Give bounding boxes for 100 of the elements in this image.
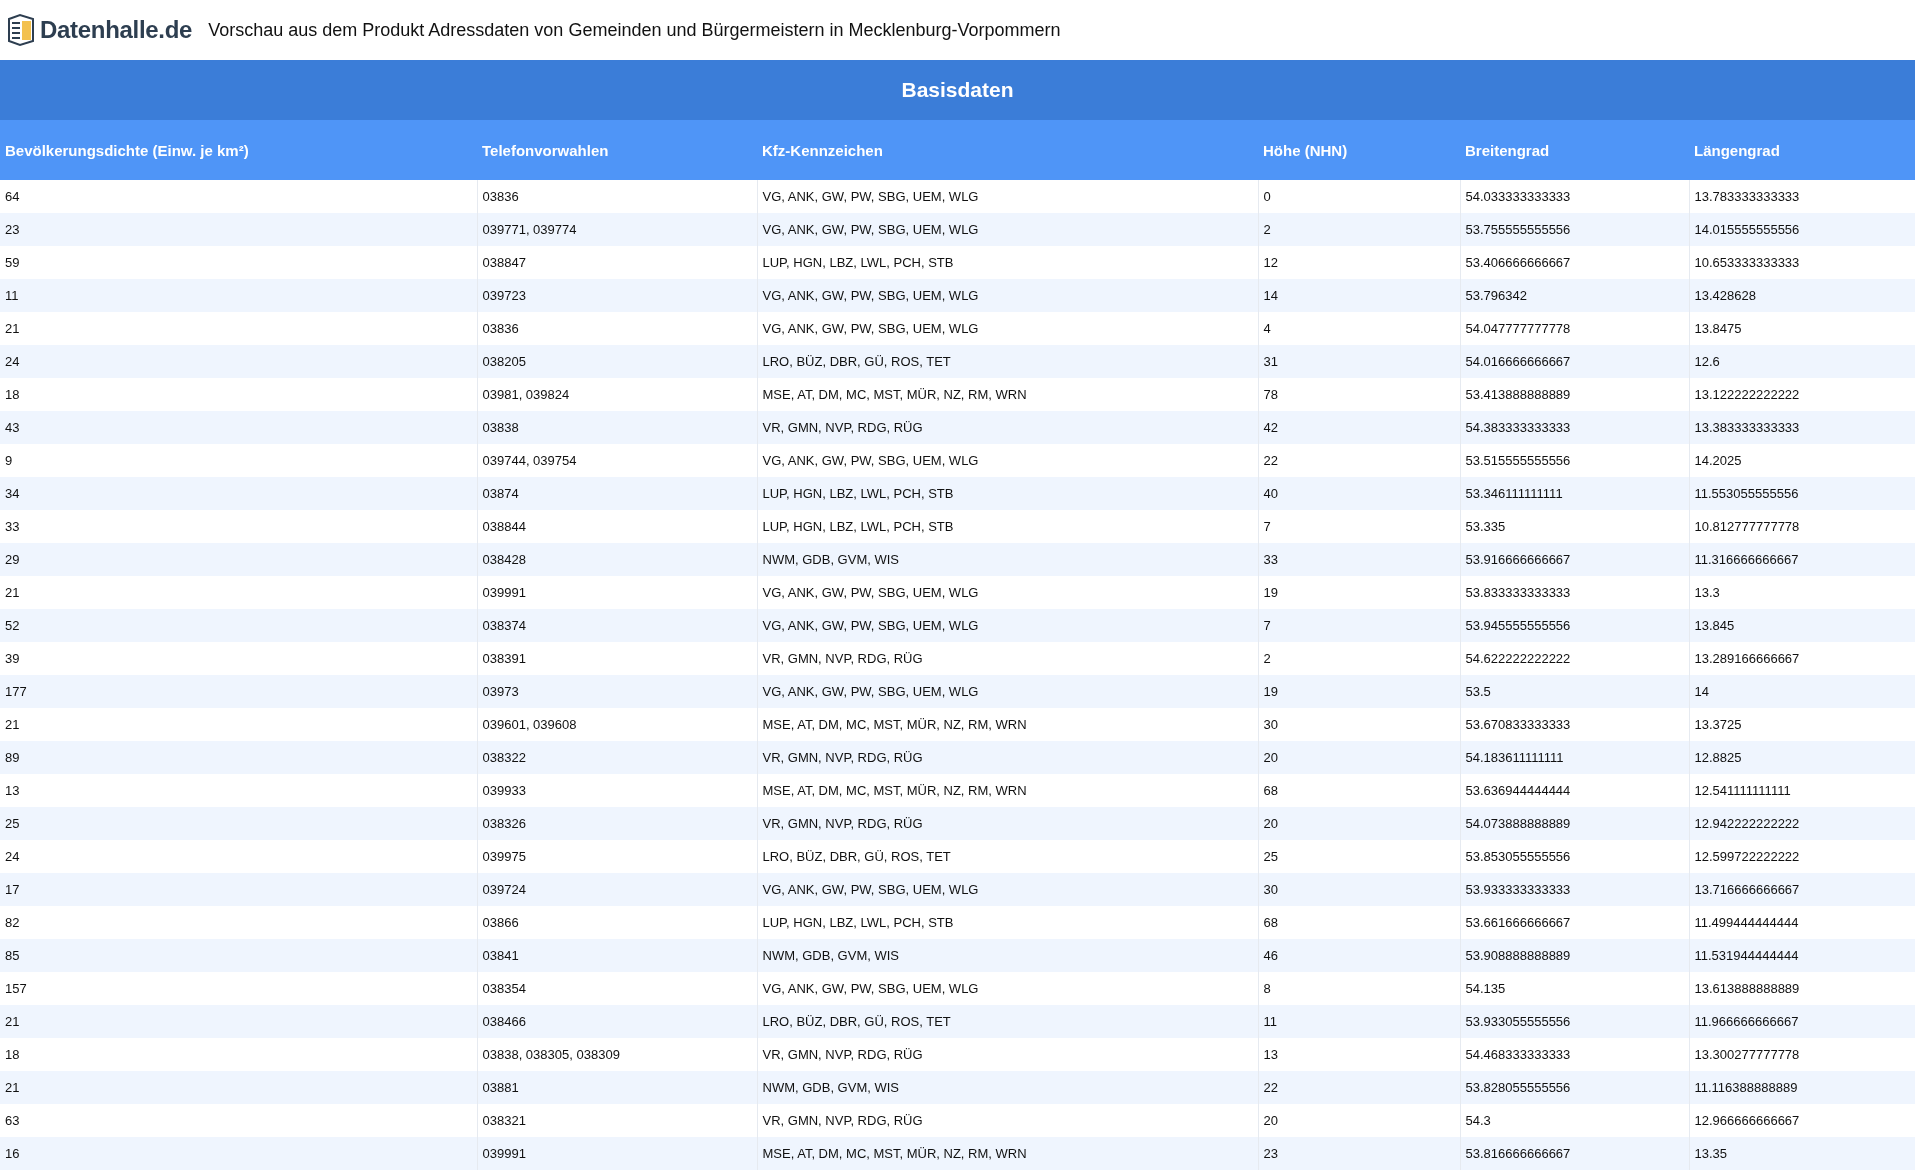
table-cell: 11.966666666667 — [1689, 1005, 1915, 1038]
table-cell: 14.015555555556 — [1689, 213, 1915, 246]
table-cell: 03881 — [477, 1071, 757, 1104]
table-cell: VG, ANK, GW, PW, SBG, UEM, WLG — [757, 213, 1258, 246]
table-cell: 14 — [1689, 675, 1915, 708]
table-cell: 54.016666666667 — [1460, 345, 1689, 378]
table-cell: 31 — [1258, 345, 1460, 378]
column-header: Höhe (NHN) — [1258, 120, 1460, 180]
table-cell: 24 — [0, 345, 477, 378]
table-cell: 12.6 — [1689, 345, 1915, 378]
table-cell: 18 — [0, 1038, 477, 1071]
table-cell: 46 — [1258, 939, 1460, 972]
column-header: Bevölkerungsdichte (Einw. je km²) — [0, 120, 477, 180]
table-cell: 17 — [0, 873, 477, 906]
table-cell: 11.316666666667 — [1689, 543, 1915, 576]
table-cell: 25 — [0, 807, 477, 840]
table-cell: 13.428628 — [1689, 279, 1915, 312]
table-cell: 03841 — [477, 939, 757, 972]
table-cell: 53.346111111111 — [1460, 477, 1689, 510]
table-cell: 039991 — [477, 1137, 757, 1170]
table-cell: 21 — [0, 1071, 477, 1104]
table-cell: 21 — [0, 576, 477, 609]
column-header: Telefonvorwahlen — [477, 120, 757, 180]
table-cell: VR, GMN, NVP, RDG, RÜG — [757, 411, 1258, 444]
table-cell: 53.933055555556 — [1460, 1005, 1689, 1038]
table-cell: VG, ANK, GW, PW, SBG, UEM, WLG — [757, 609, 1258, 642]
table-cell: 40 — [1258, 477, 1460, 510]
table-cell: 11.553055555556 — [1689, 477, 1915, 510]
table-cell: 038326 — [477, 807, 757, 840]
table-cell: NWM, GDB, GVM, WIS — [757, 543, 1258, 576]
table-cell: 30 — [1258, 873, 1460, 906]
table-cell: 82 — [0, 906, 477, 939]
table-cell: 13.716666666667 — [1689, 873, 1915, 906]
table-cell: 29 — [0, 543, 477, 576]
table-cell: 14 — [1258, 279, 1460, 312]
table-cell: 53.5 — [1460, 675, 1689, 708]
table-cell: 22 — [1258, 1071, 1460, 1104]
table-cell: 177 — [0, 675, 477, 708]
table-cell: 13 — [0, 774, 477, 807]
table-cell: LRO, BÜZ, DBR, GÜ, ROS, TET — [757, 1005, 1258, 1038]
table-cell: 21 — [0, 708, 477, 741]
table-cell: 53.933333333333 — [1460, 873, 1689, 906]
column-header: Kfz-Kennzeichen — [757, 120, 1258, 180]
table-cell: 11 — [1258, 1005, 1460, 1038]
column-header: Breitengrad — [1460, 120, 1689, 180]
table-cell: 11.116388888889 — [1689, 1071, 1915, 1104]
table-cell: 039771, 039774 — [477, 213, 757, 246]
table-cell: 53.816666666667 — [1460, 1137, 1689, 1170]
column-header: Längengrad — [1689, 120, 1915, 180]
table-cell: 157 — [0, 972, 477, 1005]
table-cell: 13.383333333333 — [1689, 411, 1915, 444]
server-logo-icon — [6, 13, 36, 47]
table-cell: 34 — [0, 477, 477, 510]
table-cell: 63 — [0, 1104, 477, 1137]
table-cell: 03874 — [477, 477, 757, 510]
table-cell: 11 — [0, 279, 477, 312]
table-cell: 20 — [1258, 807, 1460, 840]
table-cell: LUP, HGN, LBZ, LWL, PCH, STB — [757, 477, 1258, 510]
table-cell: 039724 — [477, 873, 757, 906]
page-title: Vorschau aus dem Produkt Adressdaten von Gemeinden und Bürgermeistern in Mecklenburg-Vorpommern — [208, 19, 1061, 41]
table-cell: 038374 — [477, 609, 757, 642]
table-cell: 53.916666666667 — [1460, 543, 1689, 576]
table-cell: NWM, GDB, GVM, WIS — [757, 1071, 1258, 1104]
table-cell: 59 — [0, 246, 477, 279]
table-cell: 52 — [0, 609, 477, 642]
table-cell: VR, GMN, NVP, RDG, RÜG — [757, 741, 1258, 774]
table-cell: 16 — [0, 1137, 477, 1170]
table-cell: 20 — [1258, 741, 1460, 774]
table-cell: 2 — [1258, 213, 1460, 246]
table-cell: 03973 — [477, 675, 757, 708]
table-cell: 9 — [0, 444, 477, 477]
table-cell: VR, GMN, NVP, RDG, RÜG — [757, 807, 1258, 840]
table-cell: 038466 — [477, 1005, 757, 1038]
table-cell: 038322 — [477, 741, 757, 774]
table-cell: 53.945555555556 — [1460, 609, 1689, 642]
table-cell: 038428 — [477, 543, 757, 576]
table-cell: 12.942222222222 — [1689, 807, 1915, 840]
table-cell: VG, ANK, GW, PW, SBG, UEM, WLG — [757, 279, 1258, 312]
table-cell: 23 — [0, 213, 477, 246]
table-cell: 11.531944444444 — [1689, 939, 1915, 972]
table-cell: 85 — [0, 939, 477, 972]
table-cell: 54.073888888889 — [1460, 807, 1689, 840]
table-cell: 038205 — [477, 345, 757, 378]
table-cell: MSE, AT, DM, MC, MST, MÜR, NZ, RM, WRN — [757, 1137, 1258, 1170]
table-cell: 53.796342 — [1460, 279, 1689, 312]
table-cell: 21 — [0, 312, 477, 345]
table-cell: VG, ANK, GW, PW, SBG, UEM, WLG — [757, 873, 1258, 906]
table-cell: 13.845 — [1689, 609, 1915, 642]
table-cell: 039723 — [477, 279, 757, 312]
table-cell: 64 — [0, 180, 477, 213]
table-cell: 53.828055555556 — [1460, 1071, 1689, 1104]
table-cell: 54.383333333333 — [1460, 411, 1689, 444]
table-cell: 39 — [0, 642, 477, 675]
table-cell: 53.755555555556 — [1460, 213, 1689, 246]
table-cell: 19 — [1258, 675, 1460, 708]
table-cell: 18 — [0, 378, 477, 411]
logo-text[interactable]: Datenhalle.de — [40, 16, 193, 44]
table-cell: 23 — [1258, 1137, 1460, 1170]
table-cell: 03838 — [477, 411, 757, 444]
table-cell: 54.183611111111 — [1460, 741, 1689, 774]
